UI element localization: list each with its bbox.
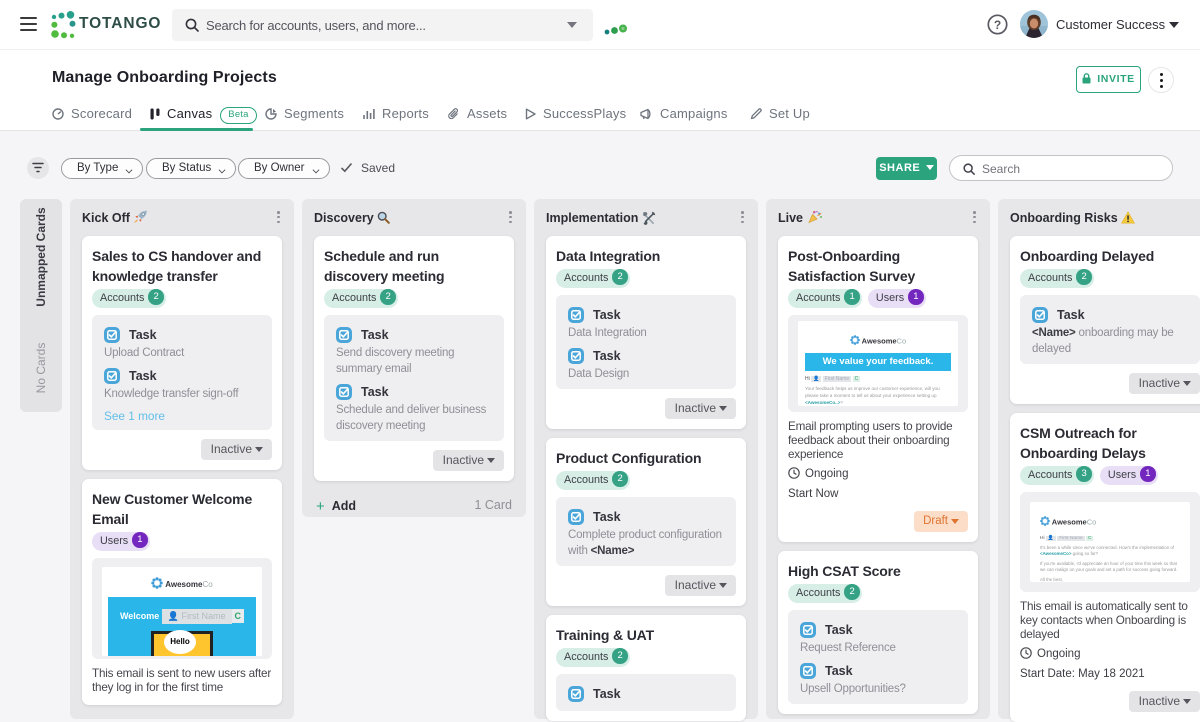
- svg-text:?: ?: [994, 18, 1001, 32]
